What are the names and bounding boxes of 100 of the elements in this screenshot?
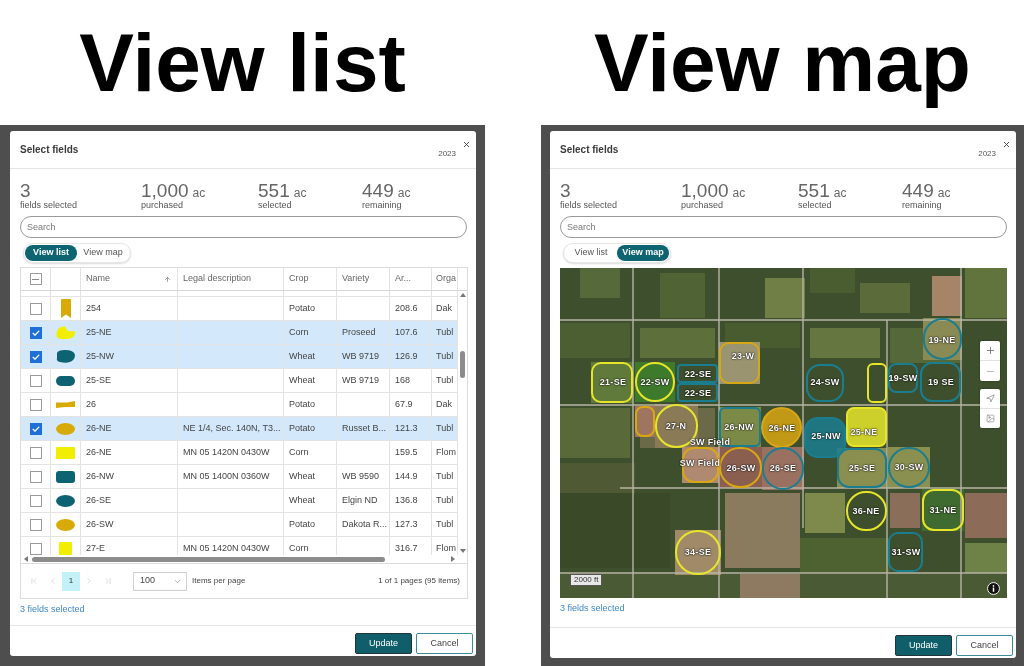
field-boundary[interactable] — [888, 447, 930, 488]
column-header[interactable]: Ar... — [395, 272, 411, 286]
field-label[interactable]: 22-SW — [640, 377, 670, 387]
field-label[interactable]: 22-SE — [684, 388, 712, 398]
field-label[interactable]: 27-N — [665, 421, 687, 431]
update-button[interactable]: Update — [355, 633, 412, 654]
field-label[interactable]: 22-SE — [684, 369, 712, 379]
heading: View list — [79, 21, 406, 104]
table-cell-text: 127.3 — [395, 517, 418, 531]
field-label[interactable]: 19-SW — [888, 373, 918, 383]
image-icon[interactable] — [985, 414, 995, 423]
view-tab[interactable]: View list — [25, 245, 77, 261]
field-label[interactable]: 26-SE — [769, 463, 797, 473]
table-row[interactable]: 26-NW MN 05 1400N 0360W Wheat WB 9590 144.9 Tubl — [21, 465, 458, 489]
field-label[interactable]: 31-NE — [929, 505, 957, 515]
checkbox[interactable] — [29, 422, 42, 435]
close-icon[interactable] — [462, 140, 471, 149]
checkbox[interactable] — [29, 542, 42, 555]
table-row[interactable]: 26-SE Wheat Elgin ND 136.8 Tubl — [21, 489, 458, 513]
field-boundary[interactable] — [719, 447, 762, 488]
checkbox[interactable] — [29, 273, 42, 285]
checkbox[interactable] — [29, 374, 42, 387]
table-row[interactable]: 26 Potato 67.9 Dak — [21, 393, 458, 417]
field-label[interactable]: 25-NW — [811, 431, 841, 441]
checkbox[interactable] — [29, 350, 42, 363]
scroll-up-icon[interactable] — [459, 293, 466, 297]
selected-fields-link[interactable]: 3 fields selected — [20, 604, 85, 614]
scrollbar-thumb[interactable] — [32, 556, 385, 562]
checkbox[interactable] — [29, 470, 42, 483]
table-row[interactable]: 25-NW Wheat WB 9719 126.9 Tubl — [21, 345, 458, 369]
selected-fields-link[interactable]: 3 fields selected — [560, 603, 625, 613]
stat-value: 3 — [560, 181, 571, 200]
field-boundary[interactable] — [635, 406, 655, 437]
field-boundary[interactable] — [888, 532, 923, 572]
scroll-right-icon[interactable] — [451, 556, 455, 562]
stat-unit: ac — [732, 187, 746, 199]
table-row[interactable]: 26-NE MN 05 1420N 0430W Corn 159.5 Flom — [21, 441, 458, 465]
field-label[interactable]: 31-SW — [891, 547, 921, 557]
table-cell-text: NE 1/4, Sec. 140N, T3... — [183, 421, 281, 435]
checkbox[interactable] — [29, 446, 42, 459]
page-number[interactable]: 1 — [62, 571, 80, 591]
table-cell-text: 136.8 — [395, 493, 418, 507]
scroll-down-icon[interactable] — [459, 549, 466, 553]
table-row[interactable]: 26-SW Potato Dakota R... 127.3 Tubl — [21, 513, 458, 537]
scrollbar-thumb[interactable] — [460, 351, 465, 378]
column-header[interactable]: Crop — [289, 272, 309, 286]
column-header[interactable]: Variety — [342, 272, 370, 286]
table-cell-text: WB 9590 — [342, 469, 380, 483]
stat-unit: ac — [833, 187, 847, 199]
table-cell-text: 144.9 — [395, 469, 418, 483]
field-label[interactable]: 21-SE — [599, 377, 627, 387]
scroll-left-icon[interactable] — [24, 556, 28, 562]
checkbox[interactable] — [29, 398, 42, 411]
field-boundary[interactable] — [923, 318, 962, 360]
column-header[interactable]: Legal description — [183, 272, 252, 286]
field-label[interactable]: 26-NW — [724, 422, 754, 432]
checkbox[interactable] — [29, 326, 42, 339]
stat-value: 1,000 — [681, 181, 729, 200]
table-row[interactable]: 25-SE Wheat WB 9719 168 Tubl — [21, 369, 458, 393]
field-label[interactable]: 26-SW — [726, 463, 756, 473]
column-header[interactable]: Name — [86, 272, 110, 286]
checkbox[interactable] — [29, 518, 42, 531]
cancel-button[interactable]: Cancel — [956, 635, 1013, 656]
info-icon[interactable] — [987, 582, 1000, 595]
checkmark-icon — [31, 353, 40, 360]
checkbox[interactable] — [29, 302, 42, 315]
field-boundary[interactable] — [677, 364, 718, 383]
field-boundary[interactable] — [920, 362, 961, 402]
zoom-in-icon[interactable] — [984, 345, 996, 356]
close-icon[interactable] — [1002, 140, 1011, 149]
cancel-button[interactable]: Cancel — [416, 633, 473, 654]
locate-arrow-icon[interactable] — [985, 394, 995, 403]
table-row[interactable]: 25-NE Corn Proseed 107.6 Tubl — [21, 321, 458, 345]
arrow-up-icon[interactable] — [164, 275, 171, 283]
update-button[interactable]: Update — [895, 635, 952, 656]
page-size-dropdown[interactable]: 100 — [133, 571, 187, 591]
table-cell-text: 26-NW — [86, 469, 114, 483]
table-cell-text: Tubl — [436, 421, 454, 435]
checkbox[interactable] — [29, 494, 42, 507]
table-cell-text: 26 — [86, 397, 96, 411]
stat-value: 449 — [362, 181, 394, 200]
field-boundary[interactable] — [806, 364, 844, 402]
column-header[interactable]: Orga — [436, 272, 456, 286]
field-label[interactable]: 24-SW — [810, 377, 840, 387]
field-label[interactable]: 19-NE — [928, 335, 956, 345]
field-label[interactable]: SW Field — [689, 437, 731, 447]
field-label[interactable]: 36-NE — [852, 506, 880, 516]
view-tab[interactable]: View map — [617, 245, 669, 261]
search-field[interactable]: Search — [560, 216, 1007, 238]
field-boundary[interactable] — [804, 417, 846, 458]
table-row[interactable]: 26-NE NE 1/4, Sec. 140N, T3... Potato Russet B... 121.3 Tubl — [21, 417, 458, 441]
field-boundary[interactable] — [719, 342, 760, 384]
field-boundary[interactable] — [677, 383, 718, 402]
field-boundary[interactable] — [888, 363, 918, 393]
search-field[interactable]: Search — [20, 216, 467, 238]
table-row[interactable]: 254 Potato 208.6 Dak — [21, 297, 458, 321]
field-label[interactable]: 19 SE — [928, 377, 954, 387]
table-cell-text: 26-NE — [86, 421, 112, 435]
field-boundary[interactable] — [762, 447, 804, 490]
field-boundary[interactable] — [837, 448, 887, 488]
